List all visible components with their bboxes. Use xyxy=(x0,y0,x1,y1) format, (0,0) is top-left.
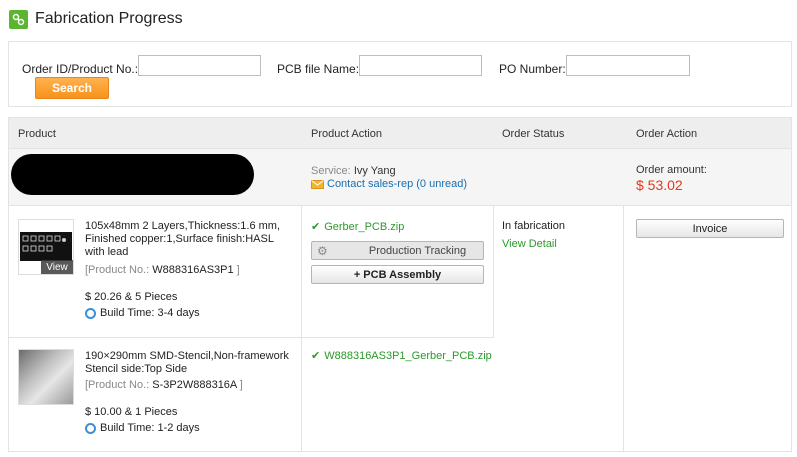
product-no-value: W888316AS3P1 xyxy=(152,264,234,276)
page-title: Fabrication Progress xyxy=(35,10,183,27)
divider xyxy=(623,206,624,451)
clock-icon xyxy=(85,422,96,434)
view-detail-link[interactable]: View Detail xyxy=(502,238,557,250)
search-button[interactable]: Search xyxy=(35,77,109,99)
contact-sales-link[interactable]: Contact sales-rep (0 unread) xyxy=(327,178,467,190)
pcb-file-input[interactable] xyxy=(359,55,482,76)
stencil-desc-line1: 190×290mm SMD-Stencil,Non-framework xyxy=(85,350,289,362)
production-tracking-button[interactable]: ⚙ Production Tracking xyxy=(311,241,484,260)
col-product: Product xyxy=(18,128,56,140)
order-summary-row: Service: Ivy Yang Contact sales-rep (0 u… xyxy=(9,149,791,206)
clock-icon xyxy=(85,307,96,319)
gear-icon: ⚙ xyxy=(317,244,328,258)
stencil-desc-line2: Stencil side:Top Side xyxy=(85,363,188,375)
order-id-input[interactable] xyxy=(138,55,261,76)
po-number-input[interactable] xyxy=(566,55,690,76)
product-no-close: ] xyxy=(236,264,240,276)
product-no-value: S-3P2W888316A xyxy=(152,379,237,391)
service-info: Service: Ivy Yang xyxy=(311,165,396,177)
gerber-file-name[interactable]: Gerber_PCB.zip xyxy=(324,221,404,233)
order-status-text: In fabrication xyxy=(502,220,565,232)
search-panel: Order ID/Product No.: PCB file Name: PO … xyxy=(8,41,792,107)
product-no-label: [Product No.: xyxy=(85,264,150,276)
orders-table: Product Product Action Order Status Orde… xyxy=(8,117,792,452)
build-time-text: Build Time: 1-2 days xyxy=(100,422,200,434)
envelope-icon xyxy=(311,179,324,189)
pcb-file-label: PCB file Name: xyxy=(277,62,360,76)
gerber-file-link-1[interactable]: ✔ Gerber_PCB.zip xyxy=(311,220,404,234)
product-no-label: [Product No.: xyxy=(85,379,150,391)
redacted-order-id xyxy=(11,154,254,195)
item-price: $ 20.26 & 5 Pieces xyxy=(85,291,178,303)
col-order-status: Order Status xyxy=(502,128,565,140)
stencil-image xyxy=(19,350,73,404)
check-icon: ✔ xyxy=(311,350,321,362)
pcb-assembly-button[interactable]: + PCB Assembly xyxy=(311,265,484,284)
divider xyxy=(9,337,493,338)
order-id-label: Order ID/Product No.: xyxy=(22,62,139,76)
product-number: [Product No.: W888316AS3P1 ] xyxy=(85,264,240,277)
view-badge[interactable]: View xyxy=(41,260,73,274)
product-desc-line1: 105x48mm 2 Layers,Thickness:1.6 mm, xyxy=(85,220,281,232)
table-header: Product Product Action Order Status Orde… xyxy=(9,118,791,149)
col-order-action: Order Action xyxy=(636,128,698,140)
col-product-action: Product Action xyxy=(311,128,382,140)
divider xyxy=(301,206,302,451)
stencil-file-name[interactable]: W888316AS3P1_Gerber_PCB.zip xyxy=(324,350,492,362)
logo-icon xyxy=(9,9,28,29)
contact-row[interactable]: Contact sales-rep (0 unread) xyxy=(311,178,467,190)
page-header: Fabrication Progress xyxy=(9,8,183,30)
stencil-price: $ 10.00 & 1 Pieces xyxy=(85,406,178,418)
order-amount-value: $ 53.02 xyxy=(636,177,683,193)
divider xyxy=(493,206,494,338)
po-number-label: PO Number: xyxy=(499,62,566,76)
check-icon: ✔ xyxy=(311,221,321,233)
build-time-text: Build Time: 3-4 days xyxy=(100,307,200,319)
service-name: Ivy Yang xyxy=(353,165,396,177)
product-desc-line2: Finished copper:1,Surface finish:HASL xyxy=(85,233,274,245)
product-desc-line3: with lead xyxy=(85,246,129,258)
service-label: Service: xyxy=(311,165,351,177)
stencil-thumbnail[interactable] xyxy=(18,349,74,405)
build-time: Build Time: 3-4 days xyxy=(85,307,200,319)
production-tracking-label: Production Tracking xyxy=(368,244,467,257)
stencil-product-number: [Product No.: S-3P2W888316A ] xyxy=(85,379,243,392)
order-amount-label: Order amount: xyxy=(636,164,707,176)
product-no-close: ] xyxy=(239,379,243,391)
gerber-file-link-2[interactable]: ✔ W888316AS3P1_Gerber_PCB.zip xyxy=(311,349,492,363)
stencil-build-time: Build Time: 1-2 days xyxy=(85,422,200,434)
pcb-image xyxy=(20,232,72,261)
pcb-thumbnail[interactable]: View xyxy=(18,219,74,275)
invoice-button[interactable]: Invoice xyxy=(636,219,784,238)
